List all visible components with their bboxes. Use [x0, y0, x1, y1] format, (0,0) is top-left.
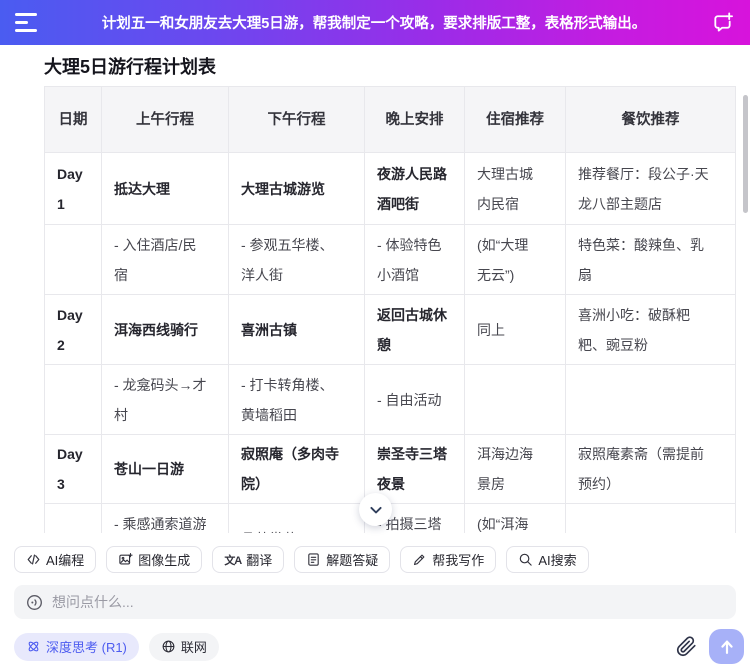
deepthink-toggle[interactable]: 深度思考 (R1): [14, 632, 139, 661]
quick-action-label: 图像生成: [138, 553, 191, 568]
table-row: Day 3 苍山一日游 寂照庵（多肉寺 院） 崇圣寺三塔 夜景 洱海边海 景房 寂照庵素斋（需提…: [44, 434, 736, 504]
app-window: 计划五一和女朋友去大理5日游，帮我制定一个攻略，要求排版工整，表格形式输出。 大…: [0, 0, 750, 667]
table-cell: Day 3: [44, 434, 102, 504]
message-input-bar[interactable]: [14, 585, 736, 619]
table-cell: Day 2: [44, 294, 102, 365]
table-row: - 入住酒店/民宿 - 参观五华楼、 洋人街 - 体验特色 小酒馆 (如“大理 无云”) 特色…: [44, 224, 736, 295]
quick-action-pen[interactable]: 帮我写作: [400, 546, 497, 573]
table-cell: - 入住酒店/民宿: [101, 224, 229, 295]
quick-action-search[interactable]: AI搜索: [506, 546, 589, 573]
composer-controls: 深度思考 (R1) 联网: [14, 629, 744, 664]
table-cell: 返回古城休憩: [364, 294, 465, 365]
quick-action-label: 翻译: [246, 553, 273, 568]
itinerary-table: 日期 上午行程 下午行程 晚上安排 住宿推荐 餐饮推荐 Day 1 抵达大理 大理古城游览 夜游人…: [44, 86, 736, 533]
deepthink-label: 深度思考 (R1): [46, 640, 127, 655]
column-header: 晚上安排: [364, 86, 465, 153]
table-cell: 同上: [464, 294, 566, 365]
atom-icon: [26, 639, 41, 654]
table-cell: 洱海边海 景房: [464, 434, 566, 504]
column-header: 上午行程: [101, 86, 229, 153]
table-cell: [464, 364, 566, 435]
quick-action-image[interactable]: 图像生成: [106, 546, 203, 573]
table-cell: 苍山一日游: [101, 434, 229, 504]
table-row: - 龙龛码头→才村 - 打卡转角楼、 黄墙稻田 - 自由活动: [44, 364, 736, 435]
web-search-toggle[interactable]: 联网: [148, 632, 219, 661]
table-cell: (如“大理 无云”): [464, 224, 566, 295]
quick-action-label: AI搜索: [538, 553, 577, 568]
quick-action-translate[interactable]: 文A 翻译: [212, 546, 285, 573]
column-header: 日期: [44, 86, 102, 153]
column-header: 下午行程: [228, 86, 365, 153]
web-search-label: 联网: [180, 640, 207, 655]
document-icon: [306, 552, 321, 567]
column-header: 住宿推荐: [464, 86, 566, 153]
translate-icon: 文A: [224, 554, 242, 567]
search-icon: [518, 552, 533, 567]
quick-action-label: AI编程: [46, 553, 85, 568]
table-cell: - 龙龛码头→才村: [101, 364, 229, 435]
send-button[interactable]: [709, 629, 744, 664]
table-cell: (如“洱海: [464, 503, 566, 533]
table-cell: - 体验特色 小酒馆: [364, 224, 465, 295]
scroll-down-button[interactable]: [359, 493, 392, 526]
chat-scroll-area: 大理5日游行程计划表 日期 上午行程 下午行程 晚上安排 住宿推荐 餐饮推荐 Day 1 抵达…: [0, 45, 750, 533]
quick-action-label: 解题答疑: [326, 553, 379, 568]
quick-action-document[interactable]: 解题答疑: [294, 546, 391, 573]
itinerary-title: 大理5日游行程计划表: [44, 57, 217, 77]
table-cell: 夜游人民路 酒吧街: [364, 152, 465, 225]
voice-icon[interactable]: [25, 593, 44, 612]
attachment-icon[interactable]: [673, 634, 699, 660]
table-cell: 大理古城游览: [228, 152, 365, 225]
top-bar: 计划五一和女朋友去大理5日游，帮我制定一个攻略，要求排版工整，表格形式输出。: [0, 0, 750, 45]
message-input[interactable]: [52, 594, 725, 610]
column-header: 餐饮推荐: [565, 86, 736, 153]
table-cell: - 自由活动: [364, 364, 465, 435]
globe-icon: [161, 639, 176, 654]
table-cell: 喜洲小吃：破酥粑 粑、豌豆粉: [565, 294, 736, 365]
table-cell: - 打卡转角楼、 黄墙稻田: [228, 364, 365, 435]
table-cell: Day 1: [44, 152, 102, 225]
conversation-title: 计划五一和女朋友去大理5日游，帮我制定一个攻略，要求排版工整，表格形式输出。: [101, 16, 647, 32]
table-cell: 喜洲古镇: [228, 294, 365, 365]
table-cell: 寂照庵素斋（需提前 预约）: [565, 434, 736, 504]
table-cell: - 乘感通索道游: [101, 503, 229, 533]
code-icon: [26, 552, 41, 567]
image-icon: [118, 552, 133, 567]
scrollbar-thumb[interactable]: [743, 95, 748, 213]
table-cell: 寂照庵（多肉寺 院）: [228, 434, 365, 504]
menu-icon[interactable]: [15, 13, 39, 32]
table-cell: 品茶赏花: [228, 503, 365, 533]
table-cell: [44, 364, 102, 435]
new-chat-icon[interactable]: [709, 10, 735, 36]
table-cell: 大理古城 内民宿: [464, 152, 566, 225]
table-cell: [44, 224, 102, 295]
table-cell: 洱海西线骑行: [101, 294, 229, 365]
table-cell: 抵达大理: [101, 152, 229, 225]
quick-actions-bar: AI编程 图像生成 文A 翻译 解题答疑 帮我写作 AI搜索: [14, 546, 589, 573]
table-row: Day 1 抵达大理 大理古城游览 夜游人民路 酒吧街 大理古城 内民宿 推荐餐厅：段公子·天…: [44, 152, 736, 225]
table-cell: 推荐餐厅：段公子·天 龙八部主题店: [565, 152, 736, 225]
pen-icon: [412, 552, 427, 567]
quick-action-code[interactable]: AI编程: [14, 546, 97, 573]
table-cell: [565, 364, 736, 435]
table-cell: 特色菜：酸辣鱼、乳扇: [565, 224, 736, 295]
table-cell: [565, 503, 736, 533]
table-header-row: 日期 上午行程 下午行程 晚上安排 住宿推荐 餐饮推荐: [44, 86, 736, 153]
table-row: Day 2 洱海西线骑行 喜洲古镇 返回古城休憩同上 喜洲小吃：破酥粑 粑、豌豆粉: [44, 294, 736, 365]
quick-action-label: 帮我写作: [432, 553, 485, 568]
table-cell: [44, 503, 102, 533]
table-cell: - 参观五华楼、 洋人街: [228, 224, 365, 295]
